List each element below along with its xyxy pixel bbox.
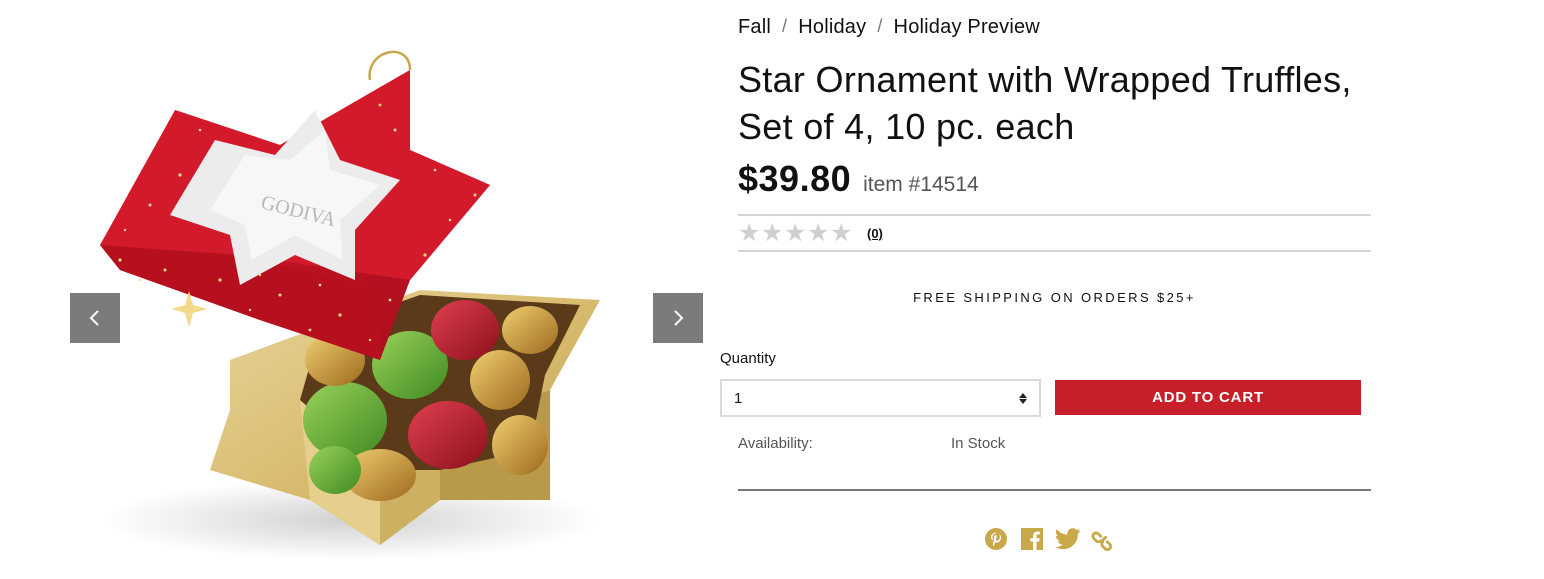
product-image: GODIVA — [100, 50, 600, 560]
twitter-icon[interactable] — [1055, 526, 1081, 552]
product-price: $39.80 — [738, 158, 852, 199]
breadcrumb: Fall / Holiday / Holiday Preview — [738, 16, 1040, 39]
product-gallery: GODIVA — [0, 0, 720, 579]
item-number: item #14514 — [863, 173, 979, 196]
divider — [738, 489, 1371, 491]
previous-image-button[interactable] — [70, 293, 120, 343]
breadcrumb-item-holiday-preview[interactable]: Holiday Preview — [894, 16, 1040, 39]
add-to-cart-button[interactable]: ADD TO CART — [1055, 380, 1361, 415]
star-rating[interactable]: ★ ★ ★ ★ ★ — [738, 218, 853, 247]
star-icon: ★ — [738, 218, 761, 247]
breadcrumb-item-fall[interactable]: Fall — [738, 16, 771, 39]
pinterest-icon[interactable] — [983, 526, 1009, 552]
link-icon[interactable] — [1091, 526, 1117, 552]
breadcrumb-item-holiday[interactable]: Holiday — [798, 16, 866, 39]
quantity-label: Quantity — [720, 350, 776, 367]
star-icon: ★ — [830, 218, 853, 247]
breadcrumb-separator: / — [782, 16, 788, 36]
facebook-icon[interactable] — [1019, 526, 1045, 552]
star-icon: ★ — [761, 218, 784, 247]
star-icon: ★ — [784, 218, 807, 247]
chevron-right-icon — [674, 310, 684, 326]
quantity-value: 1 — [734, 389, 743, 407]
chevron-left-icon — [89, 310, 99, 326]
free-shipping-banner: FREE SHIPPING ON ORDERS $25+ — [913, 290, 1196, 305]
social-share — [983, 526, 1117, 552]
availability-label: Availability: — [738, 435, 813, 452]
quantity-select[interactable]: 1 — [720, 379, 1041, 417]
select-arrows-icon — [1019, 392, 1027, 404]
review-count-link[interactable]: (0) — [867, 226, 883, 241]
breadcrumb-separator: / — [877, 16, 883, 36]
price-row: $39.80 item #14514 — [738, 158, 979, 200]
star-icon: ★ — [807, 218, 830, 247]
rating-bar: ★ ★ ★ ★ ★ (0) — [738, 214, 1371, 252]
availability-value: In Stock — [951, 435, 1006, 452]
product-title: Star Ornament with Wrapped Truffles, Set… — [738, 59, 1352, 147]
next-image-button[interactable] — [653, 293, 703, 343]
